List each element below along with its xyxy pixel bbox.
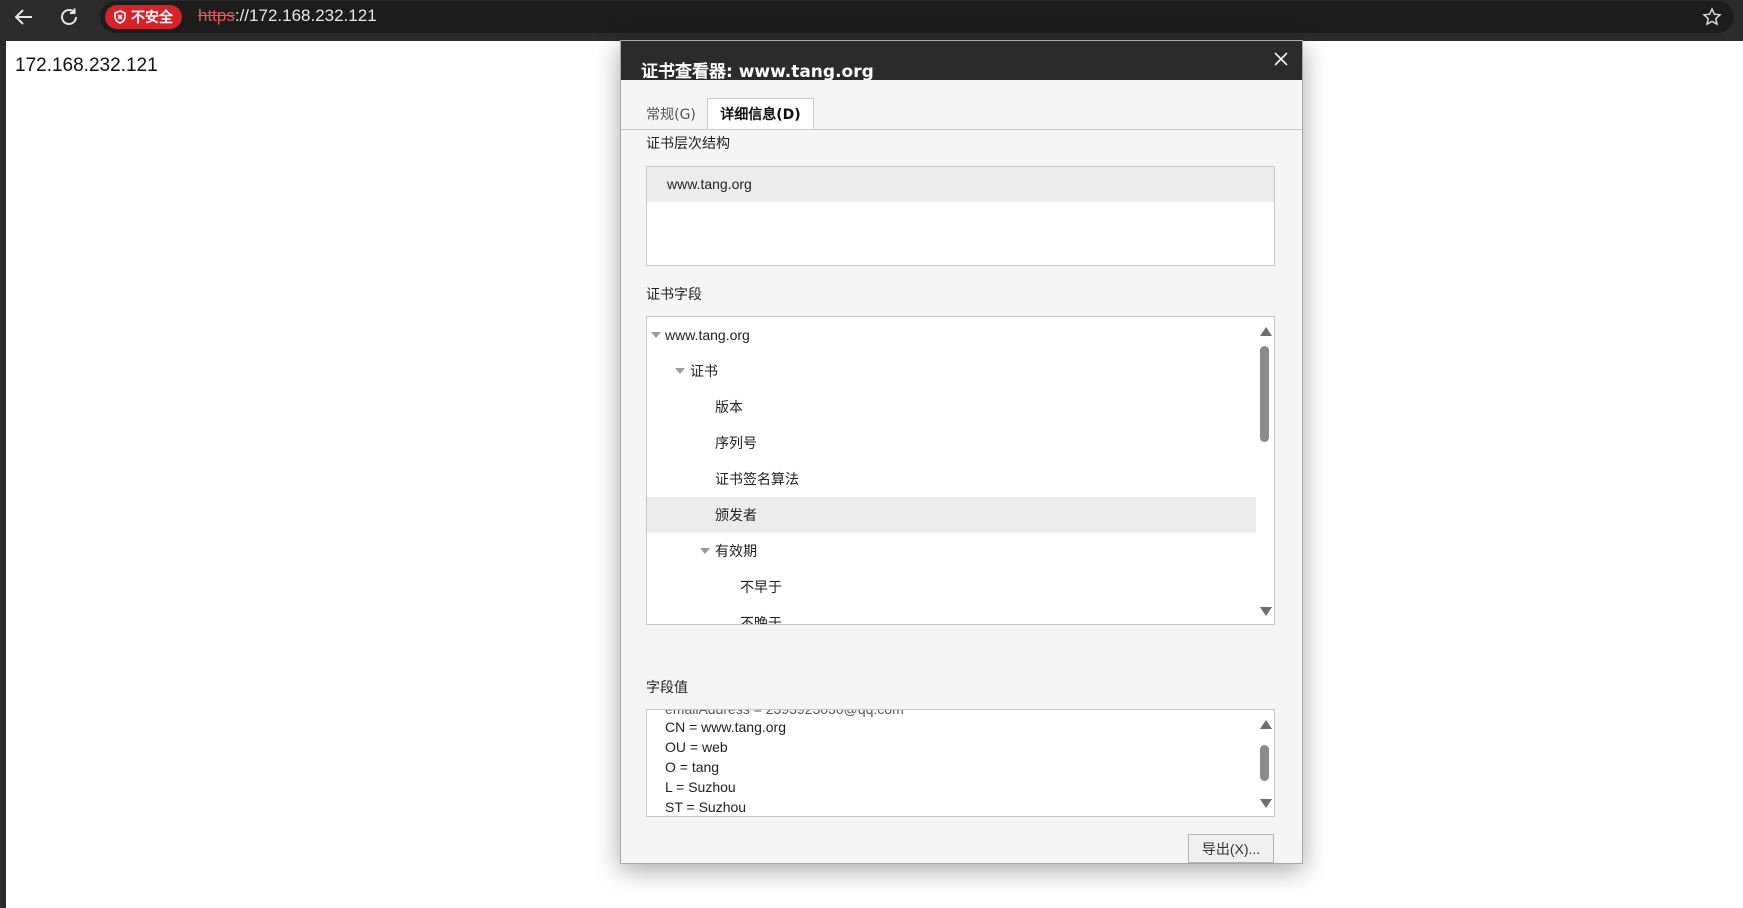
field-value-label: 字段值: [646, 680, 688, 696]
tree-row-label: 不晚于: [740, 615, 782, 625]
fields-scrollbar[interactable]: [1256, 317, 1274, 624]
hierarchy-item-www-tang-org[interactable]: www.tang.org: [647, 167, 1274, 202]
tree-row-label: 证书: [690, 363, 718, 379]
shield-warning-icon: [114, 10, 126, 24]
bookmark-star-button[interactable]: [1700, 5, 1724, 29]
dialog-close-button[interactable]: [1266, 44, 1296, 74]
address-bar[interactable]: 不安全 https://172.168.232.121: [100, 1, 1734, 33]
fields-tree[interactable]: www.tang.org 证书 版本 序列号 证书签名算法 颁发者 有效期 不早…: [646, 316, 1275, 625]
triangle-down-icon[interactable]: [700, 548, 710, 554]
dialog-title: 证书查看器: www.tang.org: [641, 62, 874, 82]
field-value-line: CN = www.tang.org: [665, 719, 786, 735]
page-host-text: 172.168.232.121: [15, 55, 158, 76]
url-text[interactable]: https://172.168.232.121: [198, 6, 377, 26]
tree-row-label: 序列号: [715, 435, 757, 451]
url-host: ://172.168.232.121: [234, 6, 377, 25]
field-value-line: ST = Suzhou: [665, 799, 747, 815]
hierarchy-list[interactable]: www.tang.org: [646, 166, 1275, 266]
tree-row-version[interactable]: 版本: [647, 389, 1256, 425]
field-value-line: OU = web: [665, 739, 728, 755]
certificate-viewer-dialog: 证书查看器: www.tang.org 常规(G) 详细信息(D) 证书层次结构…: [620, 40, 1303, 864]
scroll-up-arrow-icon[interactable]: [1260, 327, 1272, 336]
tree-row-not-before[interactable]: 不早于: [647, 569, 1256, 605]
tabs-divider: [621, 129, 1302, 130]
not-secure-label: 不安全: [131, 10, 173, 26]
tree-row-label: 证书签名算法: [715, 471, 799, 487]
dialog-titlebar: 证书查看器: www.tang.org: [621, 41, 1302, 82]
field-value-box[interactable]: emailAddress = 2393923030@qq.com CN = ww…: [646, 709, 1275, 817]
scroll-up-arrow-icon[interactable]: [1260, 720, 1272, 729]
tab-details[interactable]: 详细信息(D): [707, 98, 814, 130]
back-button[interactable]: [10, 3, 38, 31]
scroll-down-arrow-icon[interactable]: [1260, 607, 1272, 616]
tree-row-label: 版本: [715, 399, 743, 415]
not-secure-chip[interactable]: 不安全: [105, 5, 182, 29]
export-button[interactable]: 导出(X)...: [1188, 834, 1274, 863]
tree-row-label: 不早于: [740, 579, 782, 595]
browser-toolbar: 不安全 https://172.168.232.121: [0, 0, 1743, 34]
tree-row-label: 有效期: [715, 543, 757, 559]
close-icon: [1274, 52, 1288, 66]
star-icon: [1702, 7, 1722, 26]
reload-button[interactable]: [55, 3, 83, 31]
tree-row-label: 颁发者: [715, 507, 757, 523]
tab-general[interactable]: 常规(G): [644, 98, 698, 130]
arrow-left-icon: [14, 9, 32, 25]
scroll-thumb[interactable]: [1260, 745, 1269, 781]
tree-row-signature-algorithm[interactable]: 证书签名算法: [647, 461, 1256, 497]
triangle-down-icon[interactable]: [651, 332, 661, 338]
hierarchy-label: 证书层次结构: [646, 136, 730, 152]
url-scheme: https: [198, 6, 235, 25]
tree-row-label: www.tang.org: [665, 327, 750, 343]
tree-row-certificate[interactable]: 证书: [647, 353, 1256, 389]
tree-row-www-tang-org[interactable]: www.tang.org: [647, 317, 1256, 353]
field-value-line: L = Suzhou: [665, 779, 736, 795]
tree-row-validity[interactable]: 有效期: [647, 533, 1256, 569]
field-value-scrollbar[interactable]: [1256, 710, 1274, 816]
triangle-down-icon[interactable]: [675, 368, 685, 374]
fields-label: 证书字段: [646, 287, 702, 303]
tree-row-issuer[interactable]: 颁发者: [647, 497, 1256, 533]
scroll-down-arrow-icon[interactable]: [1260, 799, 1272, 808]
field-value-line: O = tang: [665, 759, 720, 775]
scroll-thumb[interactable]: [1260, 346, 1269, 442]
tree-row-serial-number[interactable]: 序列号: [647, 425, 1256, 461]
reload-icon: [61, 8, 77, 25]
tree-row-not-after[interactable]: 不晚于: [647, 605, 1256, 625]
